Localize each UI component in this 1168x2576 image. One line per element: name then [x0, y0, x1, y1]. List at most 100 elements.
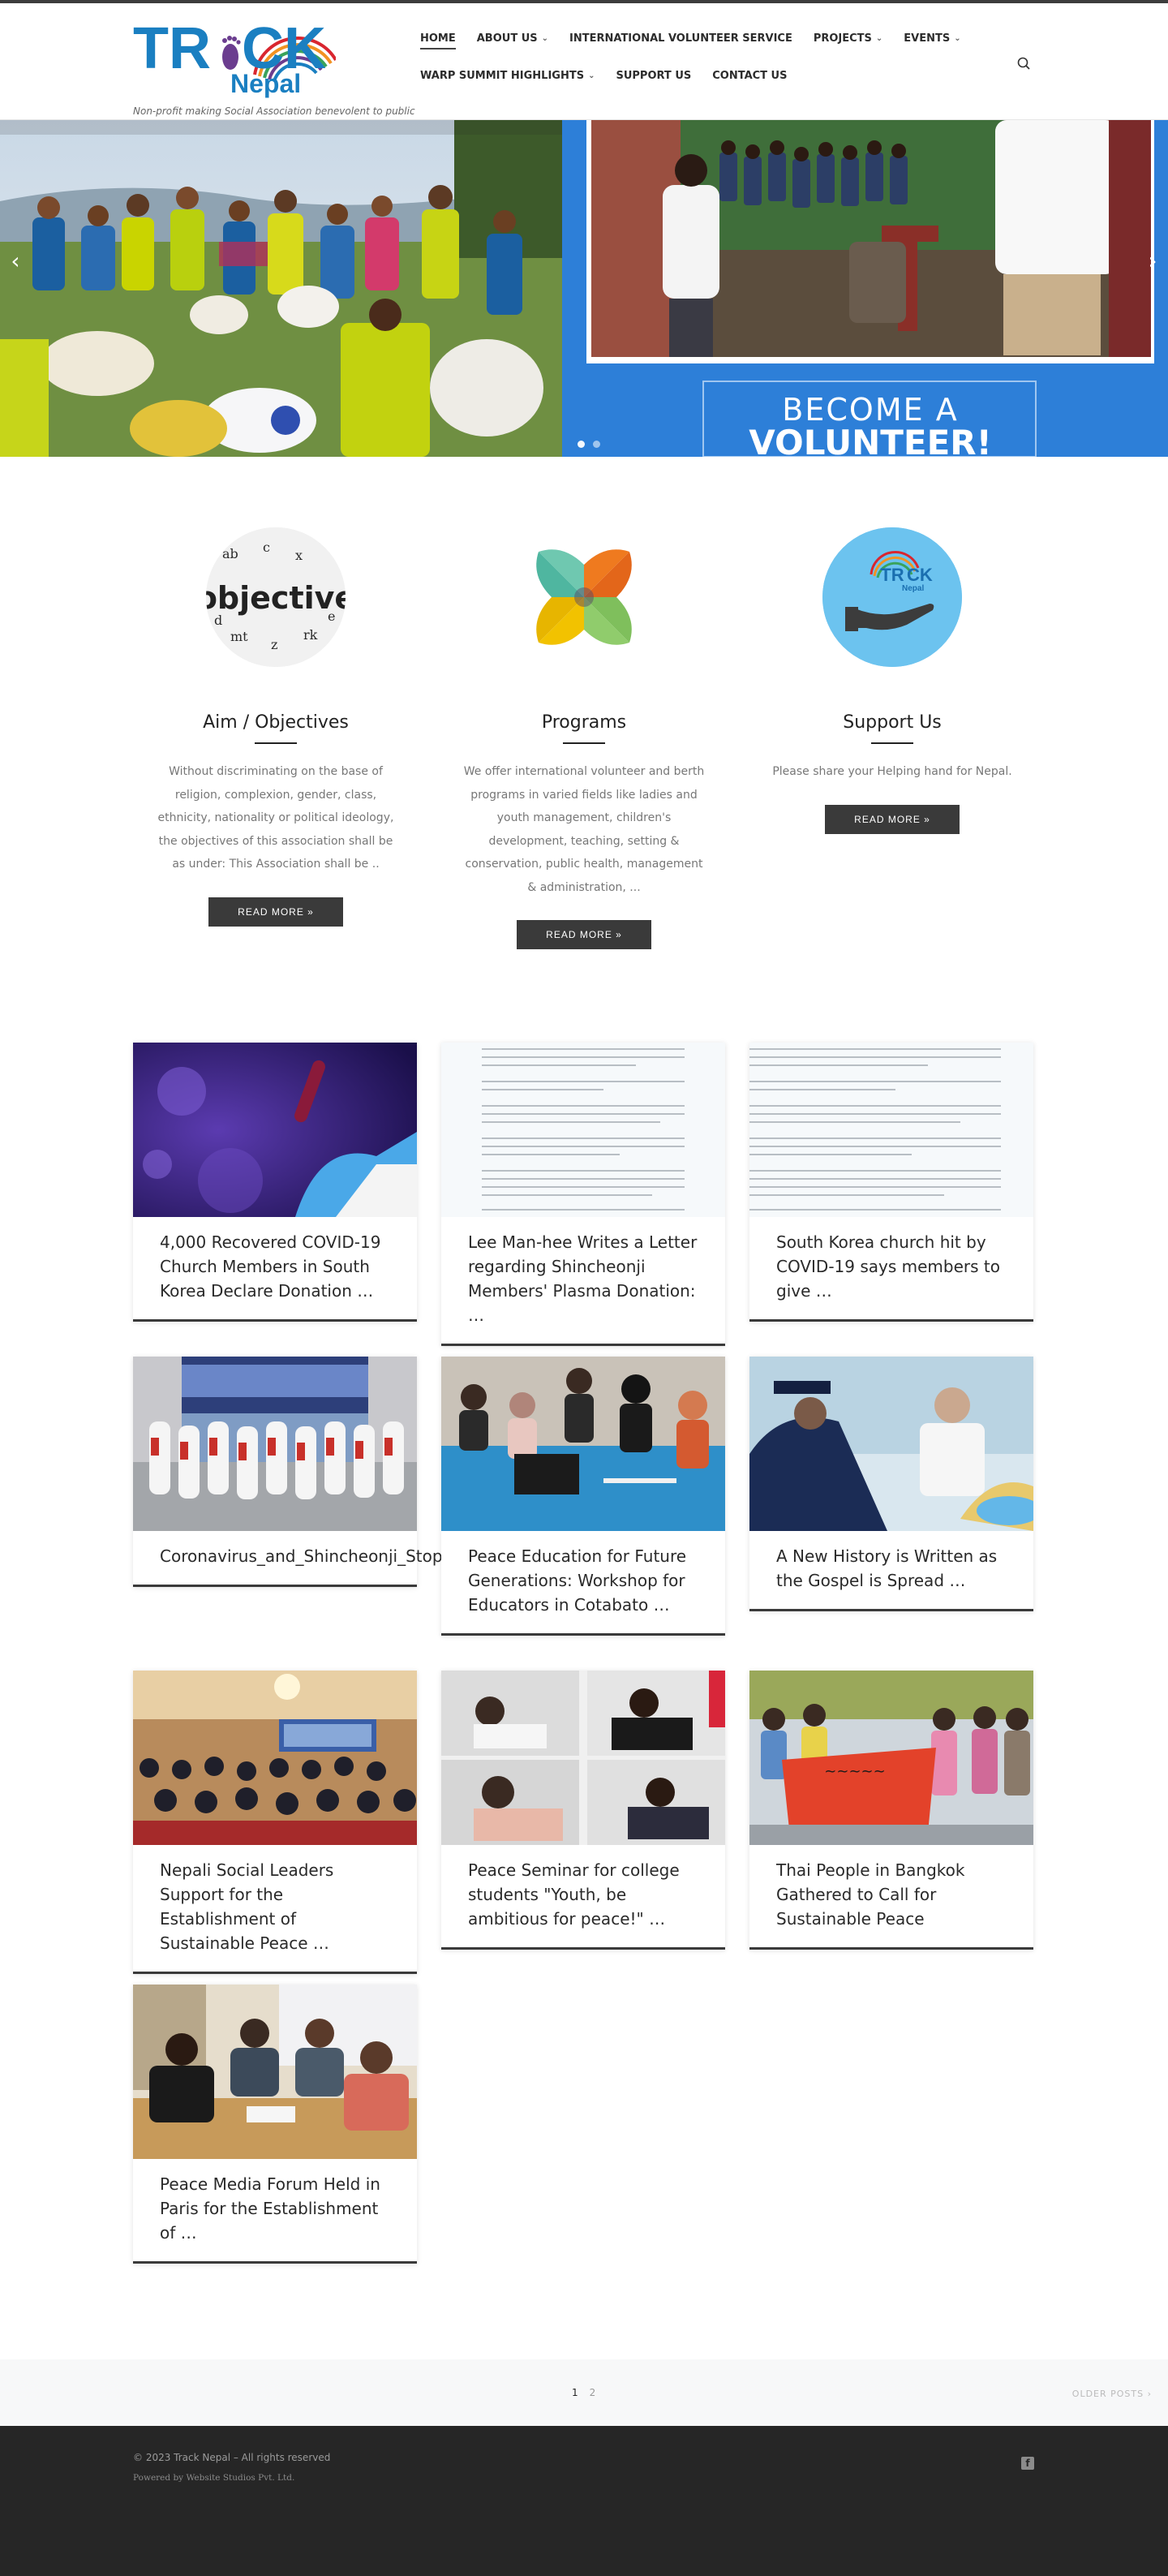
chevron-down-icon[interactable]: ⌄ — [588, 71, 595, 80]
feature-description: Please share your Helping hand for Nepal… — [772, 765, 1012, 778]
post-title[interactable]: Peace Seminar for college students "Yout… — [441, 1845, 725, 1947]
feature-title[interactable]: Aim / Objectives — [154, 712, 397, 733]
nav-item-label: HOME — [420, 32, 456, 45]
footer-copyright: © 2023 Track Nepal – All rights reserved — [133, 2452, 331, 2463]
post-thumbnail[interactable] — [133, 1357, 417, 1531]
svg-text:VOLUNTEER!: VOLUNTEER! — [749, 423, 992, 457]
main-navigation: HOME ABOUT US ⌄ INTERNATIONAL VOLUNTEER SER… — [420, 19, 1037, 94]
search-icon — [1017, 57, 1030, 70]
post-thumbnail[interactable] — [133, 1043, 417, 1217]
read-more-button[interactable]: READ MORE » — [825, 804, 960, 834]
post-title[interactable]: Peace Media Forum Held in Paris for the … — [133, 2159, 417, 2261]
svg-text:c: c — [263, 540, 270, 555]
post-thumbnail[interactable] — [133, 1671, 417, 1845]
post-title[interactable]: Thai People in Bangkok Gathered to Call … — [749, 1845, 1033, 1947]
post-thumbnail[interactable] — [441, 1043, 725, 1217]
svg-text:z: z — [271, 637, 277, 652]
post-thumbnail[interactable] — [133, 1985, 417, 2159]
post-card[interactable]: Peace Seminar for college students "Yout… — [441, 1671, 725, 1950]
nav-item-home[interactable]: HOME — [420, 27, 456, 49]
feature-description: Without discriminating on the base of re… — [157, 765, 394, 871]
nav-item-events[interactable]: EVENTS ⌄ — [904, 27, 960, 49]
post-title[interactable]: 4,000 Recovered COVID-19 Church Members … — [133, 1217, 417, 1319]
page-numbers: 12 — [572, 2387, 595, 2398]
post-thumbnail[interactable] — [749, 1043, 1033, 1217]
site-footer: © 2023 Track Nepal – All rights reserved… — [0, 2426, 1168, 2576]
nav-item-label: SUPPORT US — [616, 69, 692, 82]
post-card[interactable]: South Korea church hit by COVID-19 says … — [749, 1043, 1033, 1322]
feature-support-us: TR CK Nepal Support Us Please share your… — [771, 527, 1014, 834]
svg-text:TR: TR — [133, 16, 211, 81]
chevron-down-icon[interactable]: ⌄ — [876, 34, 882, 43]
post-thumbnail[interactable]: ~~~~~ — [749, 1671, 1033, 1845]
puzzle-leaves-icon — [514, 527, 654, 667]
post-card[interactable]: A New History is Written as the Gospel i… — [749, 1357, 1033, 1611]
slider-prev-button[interactable]: ‹ — [5, 242, 26, 279]
post-card[interactable]: ~~~~~ Thai People in Bangkok Gathered to… — [749, 1671, 1033, 1950]
nav-item-projects[interactable]: PROJECTS ⌄ — [814, 27, 882, 49]
svg-text:TR: TR — [880, 565, 904, 585]
svg-text:Nepal: Nepal — [230, 69, 301, 98]
post-thumbnail[interactable] — [441, 1357, 725, 1531]
svg-text:ab: ab — [222, 546, 238, 561]
nav-item-support-us[interactable]: SUPPORT US — [616, 64, 691, 87]
post-title[interactable]: A New History is Written as the Gospel i… — [749, 1531, 1033, 1609]
slider-dot-2[interactable] — [593, 441, 600, 448]
post-title[interactable]: Lee Man-hee Writes a Letter regarding Sh… — [441, 1217, 725, 1344]
feature-aim-objectives: ab c x mt z rk de objective Aim / Objectives… — [154, 527, 397, 927]
slider-dot-1[interactable] — [578, 441, 585, 448]
nav-item-label: CONTACT US — [712, 69, 788, 82]
feature-title[interactable]: Support Us — [771, 712, 1014, 733]
title-underline — [255, 742, 297, 744]
pagination-bar: 12 OLDER POSTS › — [0, 2359, 1168, 2426]
nav-item-label: EVENTS — [904, 32, 951, 45]
post-card[interactable]: Peace Media Forum Held in Paris for the … — [133, 1985, 417, 2264]
page-link-1[interactable]: 1 — [572, 2387, 578, 2398]
post-card[interactable]: Lee Man-hee Writes a Letter regarding Sh… — [441, 1043, 725, 1346]
svg-text:rk: rk — [303, 627, 318, 643]
post-title[interactable]: Nepali Social Leaders Support for the Es… — [133, 1845, 417, 1972]
chevron-right-icon: › — [1148, 247, 1157, 274]
nav-row-secondary: WARP SUMMIT HIGHLIGHTS ⌄ SUPPORT US CONTACT… — [420, 57, 1037, 94]
nav-item-label: WARP SUMMIT HIGHLIGHTS — [420, 69, 585, 82]
post-title[interactable]: Peace Education for Future Generations: … — [441, 1531, 725, 1633]
facebook-icon[interactable]: f — [1021, 2457, 1034, 2470]
svg-text:objective: objective — [206, 580, 346, 616]
svg-text:mt: mt — [230, 629, 248, 644]
feature-description: We offer international volunteer and ber… — [463, 765, 705, 894]
post-card[interactable]: Peace Education for Future Generations: … — [441, 1357, 725, 1636]
post-thumbnail[interactable] — [749, 1357, 1033, 1531]
svg-text:CK: CK — [907, 565, 933, 585]
post-title[interactable]: Coronavirus_and_Shincheonji_Stopping_the… — [133, 1531, 614, 1585]
post-thumbnail[interactable] — [441, 1671, 725, 1845]
nav-item-international-volunteer-service[interactable]: INTERNATIONAL VOLUNTEER SERVICE — [569, 27, 792, 49]
post-card[interactable]: 4,000 Recovered COVID-19 Church Members … — [133, 1043, 417, 1322]
post-card[interactable]: Coronavirus_and_Shincheonji_Stopping_the… — [133, 1357, 614, 1587]
read-more-button[interactable]: READ MORE » — [208, 897, 343, 927]
slide-become-volunteer: BECOME A VOLUNTEER! — [573, 120, 1168, 457]
track-nepal-logo-graphic: TR CK Nepal — [133, 16, 336, 98]
support-image[interactable]: TR CK Nepal — [822, 527, 962, 667]
footer-powered-by[interactable]: Powered by Website Studios Pvt. Ltd. — [133, 2473, 294, 2483]
feature-title[interactable]: Programs — [462, 712, 706, 733]
page-link-2[interactable]: 2 — [590, 2387, 596, 2398]
hero-slider[interactable]: BECOME A VOLUNTEER! ‹ › — [0, 120, 1168, 457]
nav-item-label: PROJECTS — [813, 32, 872, 45]
helping-hand-icon: TR CK Nepal — [822, 527, 962, 667]
chevron-down-icon[interactable]: ⌄ — [954, 34, 960, 43]
nav-item-contact-us[interactable]: CONTACT US — [712, 64, 787, 87]
search-button[interactable] — [1016, 55, 1033, 73]
slider-next-button[interactable]: › — [1142, 242, 1163, 279]
nav-item-warp-summit-highlights[interactable]: WARP SUMMIT HIGHLIGHTS ⌄ — [420, 64, 595, 87]
programs-image[interactable] — [514, 527, 654, 667]
post-card[interactable]: Nepali Social Leaders Support for the Es… — [133, 1671, 417, 1974]
chevron-down-icon[interactable]: ⌄ — [542, 34, 548, 43]
read-more-button[interactable]: READ MORE » — [517, 920, 651, 949]
objective-image[interactable]: ab c x mt z rk de objective — [206, 527, 346, 667]
nav-item-about-us[interactable]: ABOUT US ⌄ — [477, 27, 548, 49]
svg-text:x: x — [295, 548, 303, 563]
svg-text:Nepal: Nepal — [902, 584, 924, 593]
post-title[interactable]: South Korea church hit by COVID-19 says … — [749, 1217, 1033, 1319]
site-logo[interactable]: TR CK Nepal Non-profit making Social Ass… — [133, 11, 415, 117]
older-posts-link[interactable]: OLDER POSTS › — [1072, 2389, 1152, 2399]
